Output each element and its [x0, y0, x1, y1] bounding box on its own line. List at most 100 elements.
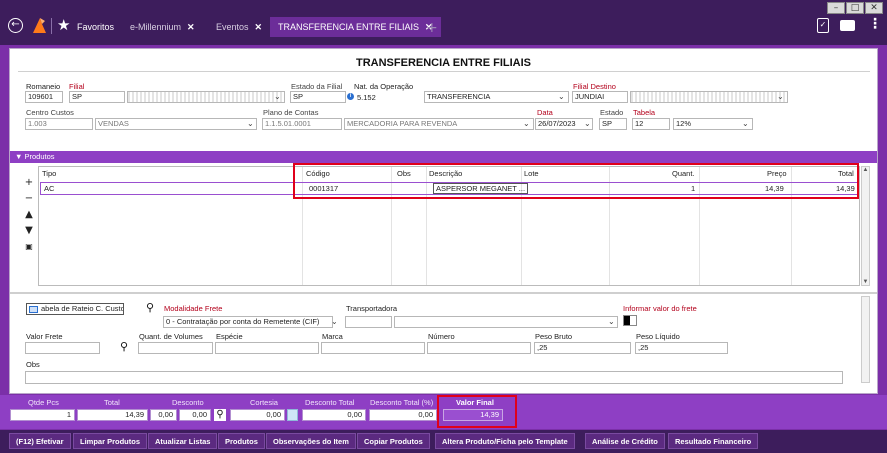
transportadora-code[interactable] [345, 316, 392, 328]
scroll-up-icon[interactable]: ▲ [862, 167, 869, 173]
close-icon[interactable]: ✕ [255, 22, 263, 32]
add-row-icon[interactable]: + [23, 175, 35, 191]
atualizar-listas-button[interactable]: Atualizar Listas [148, 433, 218, 449]
chevron-down-icon[interactable]: ⌄ [742, 119, 749, 128]
transportadora-field[interactable] [394, 316, 618, 328]
romaneio-label: Romaneio [26, 82, 61, 91]
filial-code-field[interactable]: SP [69, 91, 125, 103]
estado-filial-label: Estado da Filial [291, 82, 343, 91]
limpar-produtos-button[interactable]: Limpar Produtos [73, 433, 148, 449]
observacoes-item-button[interactable]: Observações do Item [266, 433, 356, 449]
close-window-icon[interactable]: ✕ [865, 2, 883, 14]
col-header-tipo[interactable]: Tipo [42, 169, 56, 178]
tab-transferencia[interactable]: TRANSFERENCIA ENTRE FILIAIS ✕ [270, 17, 441, 37]
search-icon[interactable]: ⚲ [120, 340, 128, 353]
desconto-pct-field[interactable]: 0,00 [179, 409, 211, 421]
estado-field[interactable]: SP [599, 118, 627, 130]
app-logo-icon [31, 16, 47, 34]
produtos-section-header[interactable]: ▼ Produtos [10, 151, 877, 163]
especie-field[interactable] [215, 342, 319, 354]
informar-frete-toggle[interactable] [623, 315, 637, 326]
resultado-financeiro-button[interactable]: Resultado Financeiro [668, 433, 759, 449]
modalidade-frete-select[interactable]: 0 - Contratação por conta do Remetente (… [163, 316, 333, 328]
obs-field[interactable] [25, 371, 843, 384]
numero-field[interactable] [427, 342, 531, 354]
chevron-down-icon[interactable]: ⌄ [331, 317, 338, 326]
maximize-icon[interactable]: □ [846, 2, 864, 14]
close-icon[interactable]: ✕ [187, 22, 195, 32]
tab-favoritos[interactable]: Favoritos [77, 17, 114, 37]
valor-frete-field[interactable] [25, 342, 100, 354]
desconto-label: Desconto [172, 398, 204, 407]
move-down-icon[interactable]: ▼ [23, 223, 35, 239]
tabela-code[interactable]: 12 [632, 118, 670, 130]
centro-custos-code[interactable]: 1.003 [25, 118, 93, 130]
desconto-value-field[interactable]: 0,00 [150, 409, 177, 421]
romaneio-field[interactable]: 109601 [25, 91, 63, 103]
rateio-button[interactable]: abela de Rateio C. Custo [26, 303, 124, 315]
estado-filial-field[interactable]: SP [290, 91, 346, 103]
nat-operacao-code: 5.152 [357, 93, 376, 102]
calendar-chevron-icon[interactable]: ⌄ [584, 119, 591, 128]
tab-e-millennium[interactable]: e-Millennium ✕ [130, 17, 195, 37]
page-title: TRANSFERENCIA ENTRE FILIAIS [356, 57, 531, 69]
remove-row-icon[interactable]: − [23, 191, 35, 207]
expand-icon[interactable]: ▣ [23, 239, 35, 255]
highlight-product-columns [293, 163, 859, 199]
chevron-down-icon[interactable]: ⌄ [247, 119, 254, 128]
back-icon[interactable]: ← [8, 18, 23, 33]
tab-label: Favoritos [77, 22, 115, 32]
grid-side-buttons: + − ▲ ▼ ▣ [23, 175, 35, 255]
altera-produto-button[interactable]: Altera Produto/Ficha pelo Template [435, 433, 575, 449]
tab-eventos[interactable]: Eventos ✕ [216, 17, 262, 37]
cortesia-field[interactable]: 0,00 [230, 409, 285, 421]
modalidade-frete-label: Modalidade Frete [164, 304, 223, 313]
tabela-field[interactable]: 12% [673, 118, 753, 130]
chevron-down-icon[interactable]: ⌄ [523, 119, 530, 128]
add-tab-icon[interactable]: + [426, 20, 438, 36]
peso-liquido-field[interactable]: ,25 [635, 342, 728, 354]
centro-custos-field[interactable]: VENDAS [95, 118, 257, 130]
transportadora-label: Transportadora [346, 304, 397, 313]
move-up-icon[interactable]: ▲ [23, 207, 35, 223]
desconto-search-icon[interactable]: ⚲ [214, 409, 226, 421]
filial-name-field[interactable] [127, 91, 285, 103]
more-menu-icon[interactable]: ⋮ [868, 16, 882, 32]
divider [51, 18, 52, 34]
numero-label: Número [428, 332, 455, 341]
produtos-button[interactable]: Produtos [218, 433, 265, 449]
table-icon [29, 306, 38, 313]
grid-scrollbar[interactable]: ▲ ▼ [861, 166, 870, 286]
lower-scrollbar[interactable] [861, 296, 870, 383]
efetivar-button[interactable]: (F12) Efetivar [9, 433, 71, 449]
filial-destino-field[interactable]: JUNDIAI [572, 91, 628, 103]
copiar-produtos-button[interactable]: Copiar Produtos [357, 433, 430, 449]
chat-icon[interactable] [840, 20, 855, 31]
chevron-down-icon[interactable]: ⌄ [777, 92, 784, 101]
section-divider [10, 292, 877, 294]
chevron-down-icon[interactable]: ⌄ [274, 92, 281, 101]
scroll-down-icon[interactable]: ▼ [862, 279, 869, 285]
search-icon[interactable]: ⚲ [146, 301, 154, 314]
marca-field[interactable] [321, 342, 425, 354]
chevron-down-icon[interactable]: ⌄ [608, 317, 615, 326]
plano-contas-code[interactable]: 1.1.5.01.0001 [262, 118, 342, 130]
peso-liquido-label: Peso Líquido [636, 332, 680, 341]
minimize-icon[interactable]: – [827, 2, 845, 14]
peso-bruto-field[interactable]: ,25 [534, 342, 631, 354]
clipboard-icon[interactable]: ✓ [817, 18, 829, 33]
centro-custos-label: Centro Custos [26, 108, 74, 117]
chevron-down-icon[interactable]: ⌄ [558, 92, 565, 101]
nat-operacao-label: Nat. da Operação [354, 82, 414, 91]
info-icon: i [347, 93, 354, 100]
filial-destino-name-field[interactable] [630, 91, 788, 103]
filial-label: Filial [69, 82, 85, 91]
quant-volumes-field[interactable] [138, 342, 213, 354]
plano-contas-label: Plano de Contas [263, 108, 319, 117]
nat-operacao-field[interactable]: TRANSFERENCIA [424, 91, 569, 103]
total-label: Total [104, 398, 120, 407]
analise-credito-button[interactable]: Análise de Crédito [585, 433, 665, 449]
cortesia-icon[interactable] [287, 409, 298, 421]
cortesia-label: Cortesia [250, 398, 278, 407]
plano-contas-field[interactable]: MERCADORIA PARA REVENDA [344, 118, 534, 130]
